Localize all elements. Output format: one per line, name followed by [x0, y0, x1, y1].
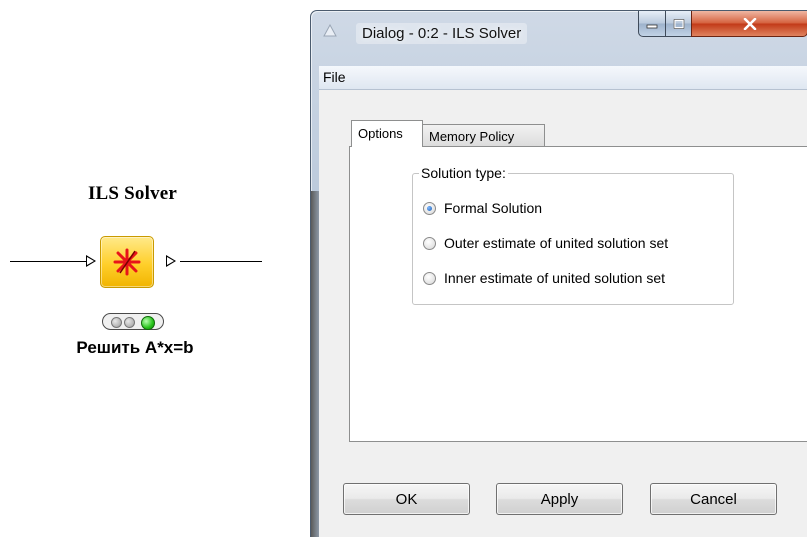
- node-title: ILS Solver: [87, 183, 178, 204]
- status-light-yellow-icon: [124, 317, 135, 328]
- maximize-icon: [673, 18, 684, 29]
- menu-bar: File: [319, 66, 807, 90]
- apply-button[interactable]: Apply: [496, 483, 623, 515]
- ok-button[interactable]: OK: [343, 483, 470, 515]
- window-frame-shadow: [311, 191, 319, 537]
- minimize-button[interactable]: [638, 11, 666, 37]
- radio-formal-solution[interactable]: Formal Solution: [423, 198, 542, 218]
- caption-buttons: [638, 11, 807, 39]
- radio-unchecked-icon[interactable]: [423, 236, 436, 250]
- group-legend: Solution type:: [419, 165, 508, 181]
- output-port-icon[interactable]: [166, 255, 176, 267]
- input-port-icon[interactable]: [86, 255, 96, 267]
- minimize-icon: [646, 24, 658, 28]
- menu-file[interactable]: File: [323, 69, 346, 85]
- tab-options[interactable]: Options: [351, 120, 423, 147]
- close-icon: [743, 17, 756, 30]
- node-status-traffic-light: [102, 313, 164, 330]
- window-title: Dialog - 0:2 - ILS Solver: [356, 23, 528, 44]
- dialog-window: Dialog - 0:2 - ILS Solver File Options M…: [310, 10, 807, 537]
- status-light-red-icon: [111, 317, 122, 328]
- radio-inner-estimate[interactable]: Inner estimate of united solution set: [423, 268, 665, 288]
- app-icon: [323, 24, 337, 37]
- ils-solver-node[interactable]: [100, 236, 154, 288]
- radio-unchecked-icon[interactable]: [423, 271, 436, 285]
- radio-label: Formal Solution: [444, 200, 543, 216]
- close-button[interactable]: [691, 11, 807, 37]
- red-star-icon: [113, 248, 141, 276]
- radio-outer-estimate[interactable]: Outer estimate of united solution set: [423, 233, 668, 253]
- input-connection: [10, 261, 86, 262]
- maximize-button[interactable]: [665, 11, 692, 37]
- radio-label: Outer estimate of united solution set: [444, 235, 669, 251]
- status-light-green-icon: [141, 316, 155, 330]
- radio-label: Inner estimate of united solution set: [444, 270, 666, 286]
- output-connection: [180, 261, 262, 262]
- solution-type-group: Solution type: Formal Solution Outer est…: [412, 165, 734, 305]
- tab-memory-policy[interactable]: Memory Policy: [423, 124, 545, 147]
- dialog-client-area: Options Memory Policy Solution type: For…: [319, 90, 807, 537]
- radio-checked-icon[interactable]: [423, 201, 436, 215]
- options-tab-panel: Solution type: Formal Solution Outer est…: [349, 146, 807, 442]
- node-label[interactable]: Решить A*x=b: [55, 338, 215, 358]
- cancel-button[interactable]: Cancel: [650, 483, 777, 515]
